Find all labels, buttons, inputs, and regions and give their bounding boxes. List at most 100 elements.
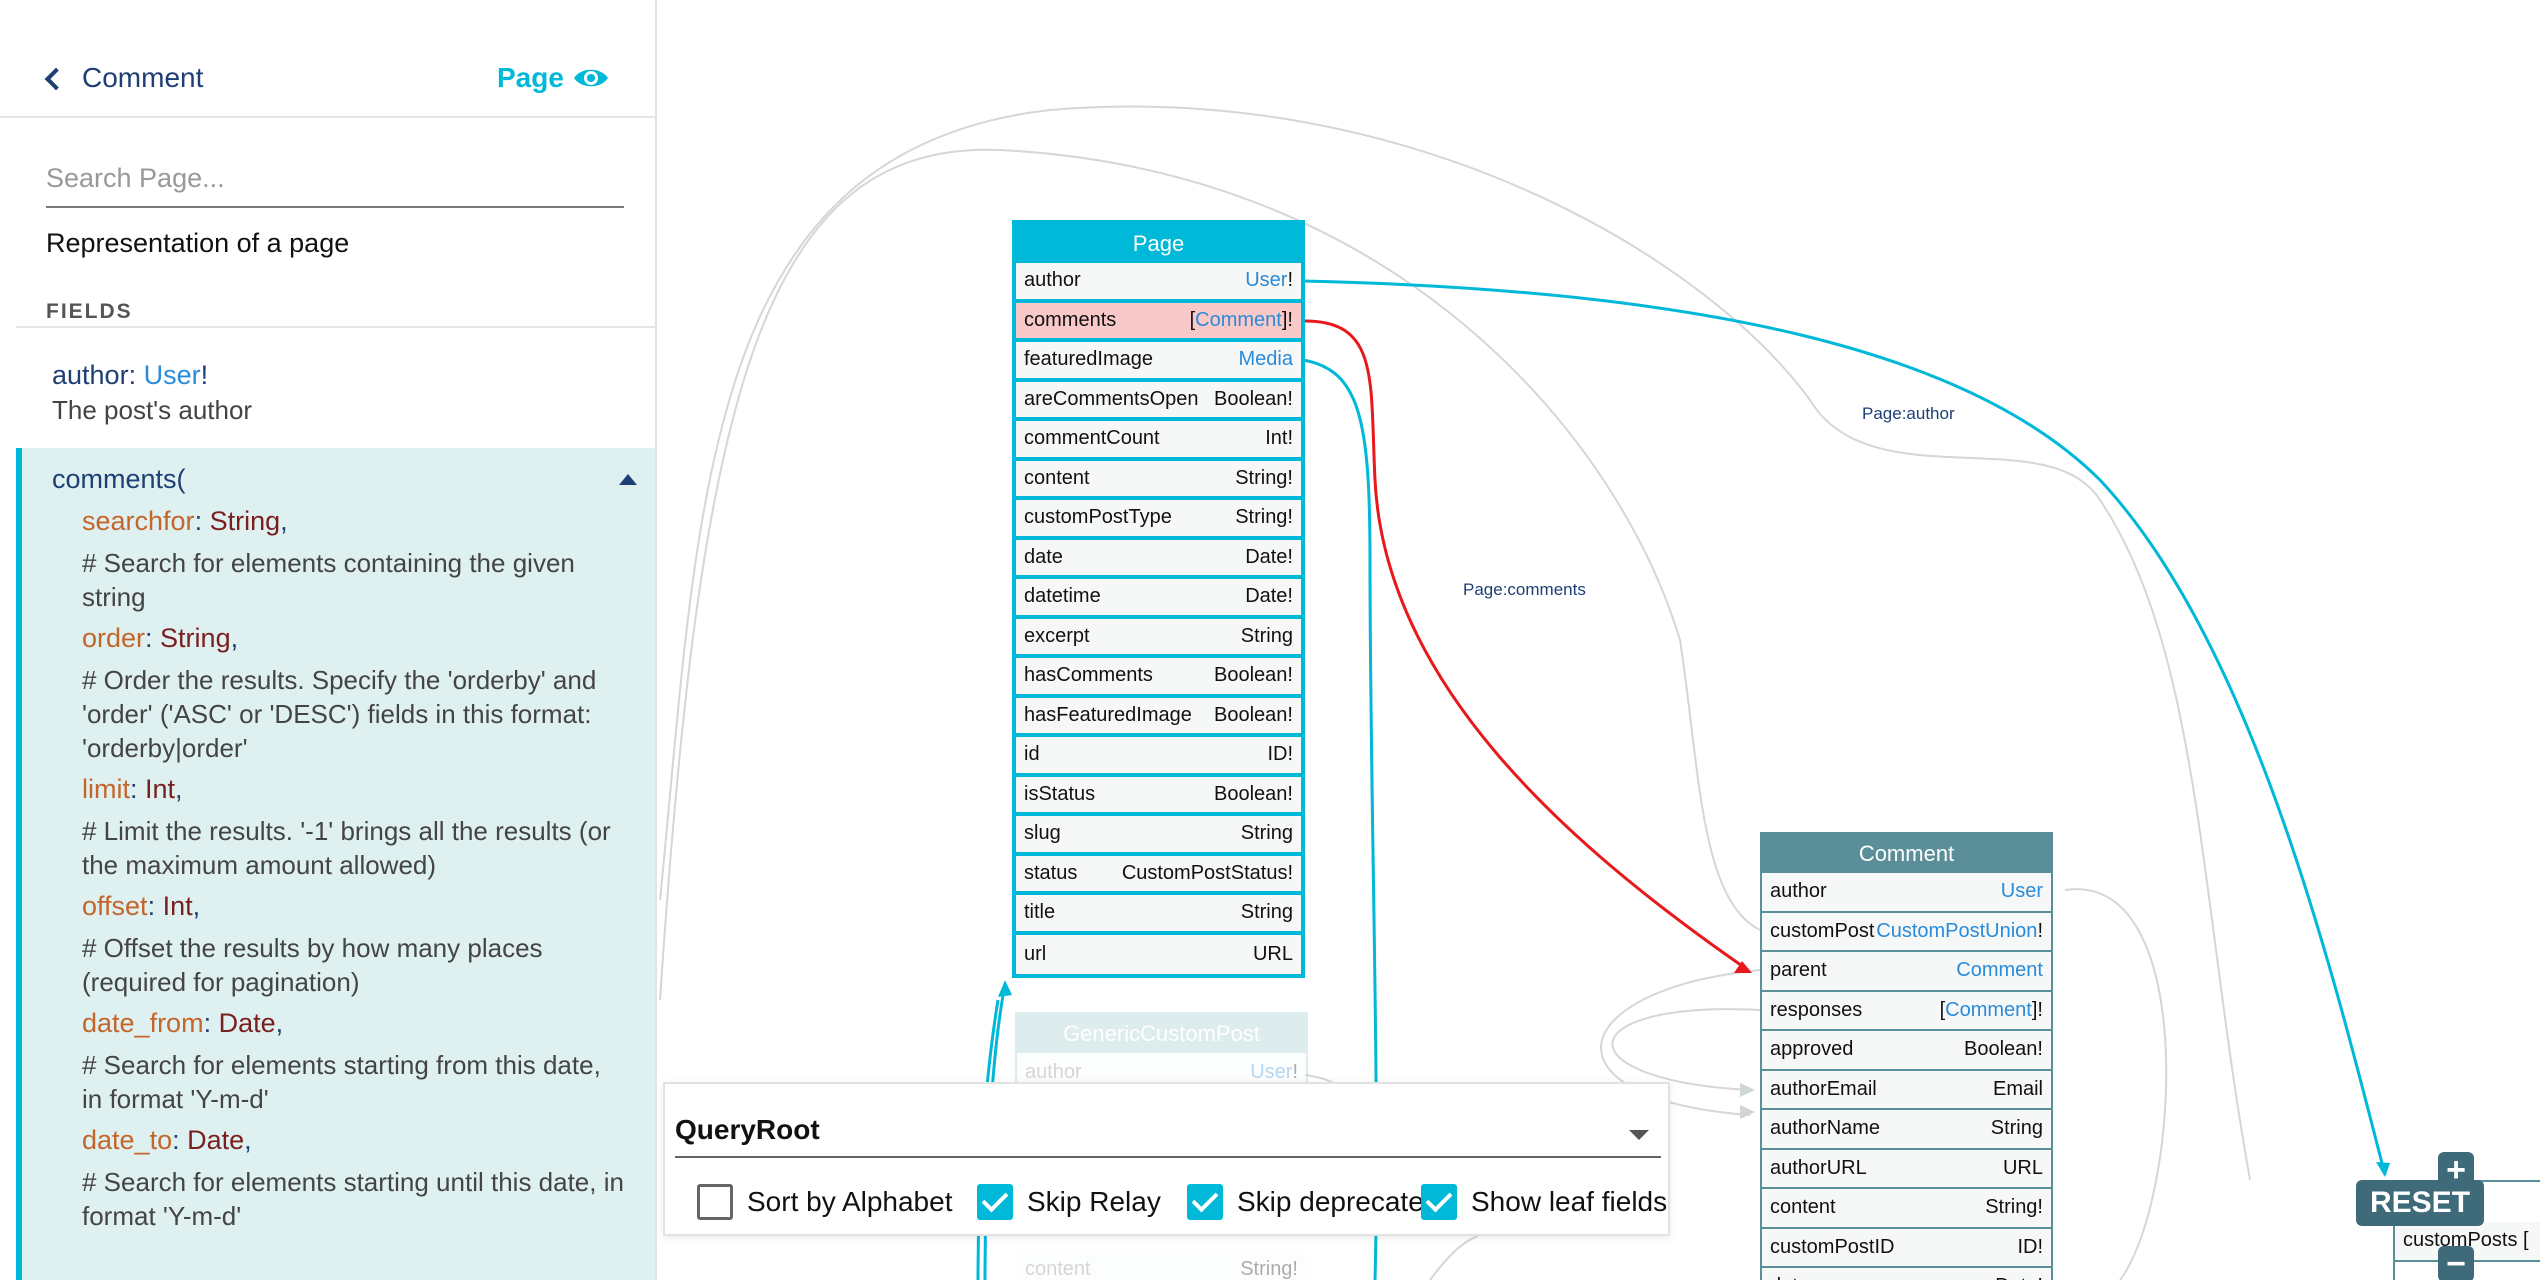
node-field[interactable]: id ID! — [1016, 737, 1301, 777]
node-field[interactable]: approved Boolean! — [1762, 1031, 2051, 1071]
node-field[interactable]: hasComments Boolean! — [1016, 658, 1301, 698]
node-field[interactable]: datetime Date! — [1016, 579, 1301, 619]
field-type-link[interactable]: User — [1245, 269, 1287, 291]
node-field[interactable]: responses [Comment]! — [1762, 991, 2051, 1031]
minus-icon: − — [2446, 1244, 2466, 1280]
field-type-suffix: ! — [1287, 269, 1293, 292]
node-field[interactable]: title String — [1016, 895, 1301, 935]
field-type-suffix: ! — [1292, 1060, 1298, 1083]
field-name: author — [52, 360, 129, 390]
argument-type-link[interactable]: String — [160, 623, 231, 653]
node-field[interactable]: slug String — [1016, 816, 1301, 856]
field-name: date — [1024, 545, 1063, 568]
root-type-select[interactable]: QueryRoot — [675, 1102, 1661, 1158]
collapse-arrow-icon[interactable] — [619, 474, 637, 485]
field-name: featuredImage — [1024, 348, 1153, 371]
node-field[interactable]: content String! — [1017, 1250, 1306, 1280]
node-field[interactable]: excerpt String — [1016, 618, 1301, 658]
show-leaf-fields-checkbox[interactable]: Show leaf fields — [1421, 1184, 1667, 1220]
field-type: URL — [2003, 1157, 2043, 1180]
field-name: approved — [1770, 1038, 1854, 1061]
field-type-link[interactable]: Comment — [1945, 999, 2032, 1021]
node-title[interactable]: GenericCustomPost — [1017, 1014, 1306, 1053]
node-field[interactable]: areCommentsOpen Boolean! — [1016, 381, 1301, 421]
node-field[interactable]: status CustomPostStatus! — [1016, 855, 1301, 895]
node-field[interactable]: commentCount Int! — [1016, 421, 1301, 461]
field-name: slug — [1024, 822, 1061, 845]
checkbox-checked-icon — [1421, 1184, 1457, 1220]
field-type-link[interactable]: CustomPostUnion — [1876, 920, 2037, 942]
node-title[interactable]: Comment — [1762, 834, 2051, 873]
node-field[interactable]: customPostType String! — [1016, 500, 1301, 540]
argument-name: searchfor — [82, 506, 195, 536]
reset-zoom-button[interactable]: RESET — [2356, 1180, 2485, 1226]
argument-comma: , — [175, 774, 183, 804]
field-type-suffix: ]! — [2031, 998, 2043, 1021]
field-type: User! — [1250, 1061, 1298, 1084]
voyager-app: Page:author Page:comments Page author Use… — [0, 0, 2540, 1280]
eye-icon — [573, 69, 608, 87]
edge-gray — [1611, 1008, 1761, 1091]
search-input[interactable] — [46, 150, 624, 206]
field-type-link[interactable]: User — [144, 360, 201, 390]
field-type-prefix: URL — [2002, 1156, 2043, 1179]
node-field[interactable]: url URL — [1016, 934, 1301, 974]
node-field[interactable]: customPost CustomPostUnion! — [1762, 912, 2051, 952]
node-field[interactable]: author User! — [1016, 263, 1301, 303]
node-field[interactable]: author User — [1762, 873, 2051, 913]
argument: order: String, — [82, 620, 655, 657]
node-field[interactable]: authorURL URL — [1762, 1149, 2051, 1189]
field-type-prefix: Int! — [1265, 427, 1293, 450]
type-node-comment[interactable]: Comment author User customPost CustomPostUn… — [1760, 832, 2053, 1280]
argument-type-link[interactable]: Date — [219, 1008, 276, 1038]
field-name: url — [1024, 942, 1047, 965]
field-comments-header[interactable]: comments( — [52, 464, 637, 495]
node-field[interactable]: authorEmail Email — [1762, 1070, 2051, 1110]
field-type-prefix: Boolean! — [1214, 387, 1293, 410]
skip-deprecated-checkbox[interactable]: Skip deprecated — [1187, 1184, 1439, 1220]
node-field[interactable]: authorName String — [1762, 1110, 2051, 1150]
argument-name: order — [82, 623, 146, 653]
node-field[interactable]: content String! — [1016, 460, 1301, 500]
type-node-page[interactable]: Page author User! comments [Comment]! featur… — [1012, 220, 1305, 978]
argument-type-link[interactable]: Date — [187, 1125, 244, 1155]
sort-by-alphabet-checkbox[interactable]: Sort by Alphabet — [697, 1184, 952, 1220]
field-type-suffix: ! — [2037, 919, 2043, 942]
node-title[interactable]: Page — [1016, 224, 1301, 263]
field-type-link[interactable]: User — [2001, 880, 2043, 902]
field-type: [Comment]! — [1940, 999, 2043, 1022]
node-field[interactable]: content String! — [1762, 1189, 2051, 1229]
back-to-comment-link[interactable]: Comment — [44, 62, 203, 94]
field-type-link[interactable]: Comment — [1956, 959, 2043, 981]
field-type-suffix: ]! — [1281, 308, 1293, 331]
argument-type-link[interactable]: Int — [163, 891, 193, 921]
node-field[interactable]: comments [Comment]! — [1016, 302, 1301, 342]
node-field[interactable]: hasFeaturedImage Boolean! — [1016, 697, 1301, 737]
field-name: content — [1024, 466, 1090, 489]
skip-relay-checkbox[interactable]: Skip Relay — [977, 1184, 1161, 1220]
search-field-wrapper — [46, 150, 624, 208]
field-name: parent — [1770, 959, 1827, 982]
argument-type-link[interactable]: String — [210, 506, 281, 536]
node-field[interactable]: parent Comment — [1762, 952, 2051, 992]
node-field[interactable]: date Date! — [1762, 1268, 2051, 1280]
node-field[interactable]: isStatus Boolean! — [1016, 776, 1301, 816]
field-type: Media — [1239, 348, 1293, 371]
type-description: Representation of a page — [46, 228, 350, 258]
field-name: author — [1024, 269, 1081, 292]
node-field[interactable]: featuredImage Media — [1016, 342, 1301, 382]
field-item-comments-selected[interactable]: comments( searchfor: String, # Search for… — [16, 448, 655, 1280]
chevron-left-icon — [44, 67, 68, 91]
field-name: content — [1025, 1257, 1091, 1280]
argument-type-link[interactable]: Int — [145, 774, 175, 804]
field-type-link[interactable]: Media — [1239, 348, 1293, 370]
current-type-link[interactable]: Page — [497, 62, 610, 94]
field-type-link[interactable]: Comment — [1195, 309, 1282, 331]
zoom-out-button[interactable]: − — [2438, 1244, 2474, 1280]
field-type: CustomPostUnion! — [1876, 920, 2043, 943]
argument-comma: , — [275, 1008, 284, 1038]
node-field[interactable]: customPostID ID! — [1762, 1228, 2051, 1268]
field-type-prefix: Boolean! — [1214, 664, 1293, 687]
node-field[interactable]: date Date! — [1016, 539, 1301, 579]
field-item-author[interactable]: author: User! The post's author — [16, 360, 655, 426]
